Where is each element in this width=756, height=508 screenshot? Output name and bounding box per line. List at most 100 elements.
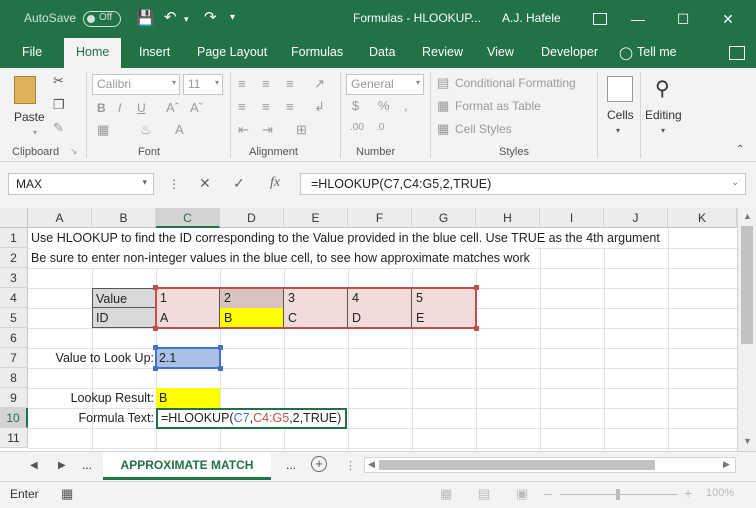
editing-dropdown-icon[interactable]: ▾: [661, 126, 665, 135]
middle-align-icon[interactable]: ≡: [262, 76, 270, 91]
conditional-formatting-icon[interactable]: ▤: [437, 75, 449, 91]
collapse-ribbon-icon[interactable]: ⌃: [736, 144, 744, 155]
row-header-5[interactable]: 5: [0, 308, 28, 328]
sheet-more-right[interactable]: ...: [286, 458, 296, 472]
undo-dropdown-icon[interactable]: ▾: [184, 14, 189, 25]
scroll-up-icon[interactable]: ▲: [743, 211, 752, 221]
column-header-i[interactable]: I: [540, 208, 604, 228]
add-sheet-icon[interactable]: +: [311, 456, 327, 472]
undo-icon[interactable]: ↶: [164, 8, 177, 26]
column-header-f[interactable]: F: [348, 208, 412, 228]
minimize-icon[interactable]: —: [626, 8, 650, 30]
row-header-4[interactable]: 4: [0, 288, 28, 308]
tab-page-layout[interactable]: Page Layout: [197, 45, 267, 59]
row-header-2[interactable]: 2: [0, 248, 28, 268]
row-header-7[interactable]: 7: [0, 348, 28, 368]
font-size-combo[interactable]: 11 ▾: [183, 74, 223, 95]
fill-color-icon[interactable]: ♨: [140, 122, 152, 138]
percent-icon[interactable]: %: [378, 98, 390, 113]
page-layout-view-icon[interactable]: ▤: [478, 486, 490, 502]
worksheet-grid[interactable]: A B C D E F G H I J K 1 2 3 4 5 6 7 8 9 …: [0, 208, 737, 451]
tab-home[interactable]: Home: [64, 38, 122, 68]
comma-icon[interactable]: ,: [404, 98, 408, 113]
format-as-table-button[interactable]: Format as Table: [455, 99, 541, 113]
font-color-icon[interactable]: A: [175, 122, 184, 137]
value-label-cell[interactable]: Value: [92, 288, 156, 308]
row-header-10[interactable]: 10: [0, 408, 28, 428]
autosave-toggle[interactable]: Off: [83, 11, 121, 27]
conditional-formatting-button[interactable]: Conditional Formatting: [455, 76, 576, 90]
vertical-scroll-thumb[interactable]: [741, 226, 753, 344]
user-name[interactable]: A.J. Hafele: [502, 11, 561, 25]
orientation-icon[interactable]: ↗: [314, 76, 325, 92]
share-icon[interactable]: [729, 46, 745, 60]
column-header-b[interactable]: B: [92, 208, 156, 228]
decrease-indent-icon[interactable]: ⇤: [238, 122, 249, 138]
decrease-decimal-icon[interactable]: .0: [376, 122, 384, 133]
paste-dropdown-icon[interactable]: ▾: [33, 128, 37, 137]
scroll-down-icon[interactable]: ▼: [743, 436, 752, 446]
sheet-more-left[interactable]: ...: [82, 458, 92, 472]
insert-function-icon[interactable]: fx: [270, 175, 280, 191]
paste-icon[interactable]: [14, 76, 36, 104]
increase-indent-icon[interactable]: ⇥: [262, 122, 273, 138]
tab-developer[interactable]: Developer: [541, 45, 598, 59]
maximize-icon[interactable]: ☐: [671, 8, 695, 30]
more-options-icon[interactable]: ⋮: [168, 177, 180, 191]
merge-center-icon[interactable]: ⊞: [296, 122, 307, 138]
formula-text-label[interactable]: Formula Text:: [28, 408, 156, 428]
increase-decimal-icon[interactable]: .00: [350, 122, 364, 133]
column-header-e[interactable]: E: [284, 208, 348, 228]
active-cell-editor[interactable]: =HLOOKUP(C7,C4:G5,2,TRUE): [156, 408, 348, 429]
currency-icon[interactable]: $: [352, 98, 359, 113]
scroll-left-icon[interactable]: ◀: [368, 459, 375, 470]
column-header-c[interactable]: C: [156, 208, 220, 228]
vertical-scrollbar[interactable]: ▲ ▼: [737, 208, 756, 451]
close-icon[interactable]: ✕: [716, 8, 740, 30]
cancel-icon[interactable]: ✕: [199, 175, 211, 192]
sheet-next-icon[interactable]: ▶: [58, 460, 66, 471]
scroll-right-icon[interactable]: ▶: [723, 459, 730, 470]
zoom-out-icon[interactable]: –: [544, 485, 552, 501]
normal-view-icon[interactable]: ▦: [440, 486, 452, 502]
horizontal-scroll-thumb[interactable]: [379, 460, 655, 470]
macro-record-icon[interactable]: ▦: [61, 486, 73, 502]
enter-icon[interactable]: ✓: [233, 175, 245, 192]
row-header-11[interactable]: 11: [0, 428, 28, 448]
cut-icon[interactable]: ✂: [53, 73, 64, 89]
paste-button[interactable]: Paste: [14, 110, 45, 124]
column-header-a[interactable]: A: [28, 208, 92, 228]
top-align-icon[interactable]: ≡: [238, 76, 246, 91]
tab-view[interactable]: View: [487, 45, 514, 59]
row-header-1[interactable]: 1: [0, 228, 28, 248]
row-header-3[interactable]: 3: [0, 268, 28, 288]
cell-styles-icon[interactable]: ▦: [437, 121, 449, 137]
borders-icon[interactable]: ▦: [97, 122, 109, 138]
row-header-9[interactable]: 9: [0, 388, 28, 408]
save-icon[interactable]: 💾: [136, 9, 155, 27]
column-header-g[interactable]: G: [412, 208, 476, 228]
sheet-tab-approximate-match[interactable]: APPROXIMATE MATCH: [103, 452, 271, 480]
font-name-combo[interactable]: Calibri ▾: [92, 74, 180, 95]
sheet-prev-icon[interactable]: ◀: [30, 460, 38, 471]
underline-icon[interactable]: U: [137, 101, 146, 115]
tell-me-box[interactable]: Tell me: [637, 45, 677, 59]
column-header-j[interactable]: J: [604, 208, 668, 228]
page-break-view-icon[interactable]: ▣: [516, 486, 528, 502]
copy-icon[interactable]: ❐: [53, 97, 65, 113]
lookup-result-label[interactable]: Lookup Result:: [28, 388, 156, 408]
format-painter-icon[interactable]: ✎: [53, 120, 64, 136]
instruction-text-1[interactable]: Use HLOOKUP to find the ID corresponding…: [31, 228, 664, 248]
cell-styles-button[interactable]: Cell Styles: [455, 122, 512, 136]
lookup-result-cell[interactable]: B: [156, 388, 220, 408]
zoom-slider-thumb[interactable]: [616, 489, 620, 500]
align-center-icon[interactable]: ≡: [262, 99, 270, 114]
column-header-h[interactable]: H: [476, 208, 540, 228]
format-as-table-icon[interactable]: ▦: [437, 98, 449, 114]
cells-button[interactable]: Cells: [607, 108, 634, 122]
cells-dropdown-icon[interactable]: ▾: [616, 126, 620, 135]
select-all-corner[interactable]: [0, 208, 28, 228]
align-left-icon[interactable]: ≡: [238, 99, 246, 114]
increase-font-icon[interactable]: Aˆ: [166, 100, 179, 115]
tab-review[interactable]: Review: [422, 45, 463, 59]
